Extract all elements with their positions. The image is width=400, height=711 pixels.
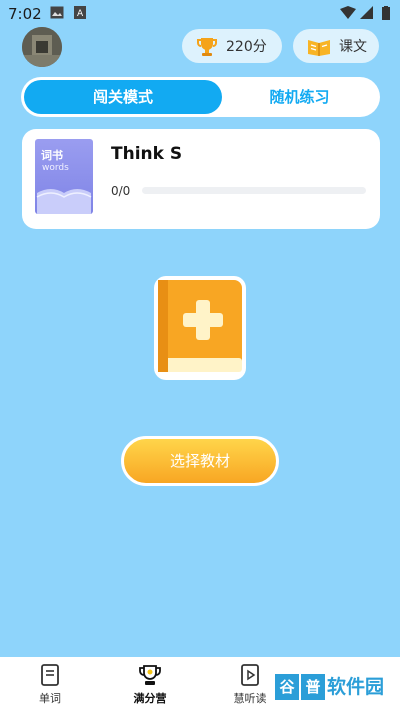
book-title: Think S <box>111 144 183 164</box>
watermark-char-2: 普 <box>301 674 325 700</box>
status-time: 7:02 <box>8 5 42 23</box>
nav-label-words: 单词 <box>39 692 61 705</box>
trophy-icon <box>197 38 217 56</box>
trophy-outline-icon <box>139 665 161 685</box>
signal-icon <box>360 6 373 19</box>
svg-text:A: A <box>77 9 84 19</box>
notification-a-icon: A <box>74 6 86 19</box>
mode-tabs: 闯关模式 随机练习 <box>21 77 380 117</box>
tab-random-practice[interactable]: 随机练习 <box>222 80 377 114</box>
battery-icon <box>382 6 390 20</box>
watermark-text: 软件园 <box>327 676 385 698</box>
nav-label-full-score: 满分营 <box>133 692 167 705</box>
cover-subtitle: words <box>42 163 69 173</box>
score-pill[interactable]: 220分 <box>182 29 282 63</box>
book-icon <box>41 664 59 686</box>
text-pill[interactable]: 课文 <box>293 29 379 63</box>
avatar[interactable] <box>22 27 62 67</box>
play-icon <box>241 664 259 686</box>
cover-title: 词书 <box>41 149 63 162</box>
add-book-icon <box>154 276 246 380</box>
text-label: 课文 <box>339 39 367 55</box>
select-textbook-button[interactable]: 选择教材 <box>121 436 279 486</box>
watermark-char-1: 谷 <box>275 674 299 700</box>
nav-item-full-score[interactable]: 满分营 <box>110 664 190 706</box>
open-book-art <box>36 189 92 214</box>
book-card[interactable]: 词书 words Think S 0/0 <box>22 129 380 229</box>
status-bar: 7:02 A <box>0 0 400 26</box>
book-open-icon <box>308 40 330 56</box>
wifi-icon <box>340 6 356 19</box>
book-progress-bar <box>142 187 366 194</box>
tab-challenge-mode[interactable]: 闯关模式 <box>24 80 222 114</box>
image-icon <box>50 6 64 19</box>
book-progress-text: 0/0 <box>111 184 131 198</box>
add-book-button[interactable] <box>152 274 248 382</box>
nav-item-words[interactable]: 单词 <box>10 664 90 706</box>
watermark: 谷 普 软件园 <box>273 672 393 702</box>
score-label: 220分 <box>226 39 267 55</box>
book-cover: 词书 words <box>35 139 93 214</box>
